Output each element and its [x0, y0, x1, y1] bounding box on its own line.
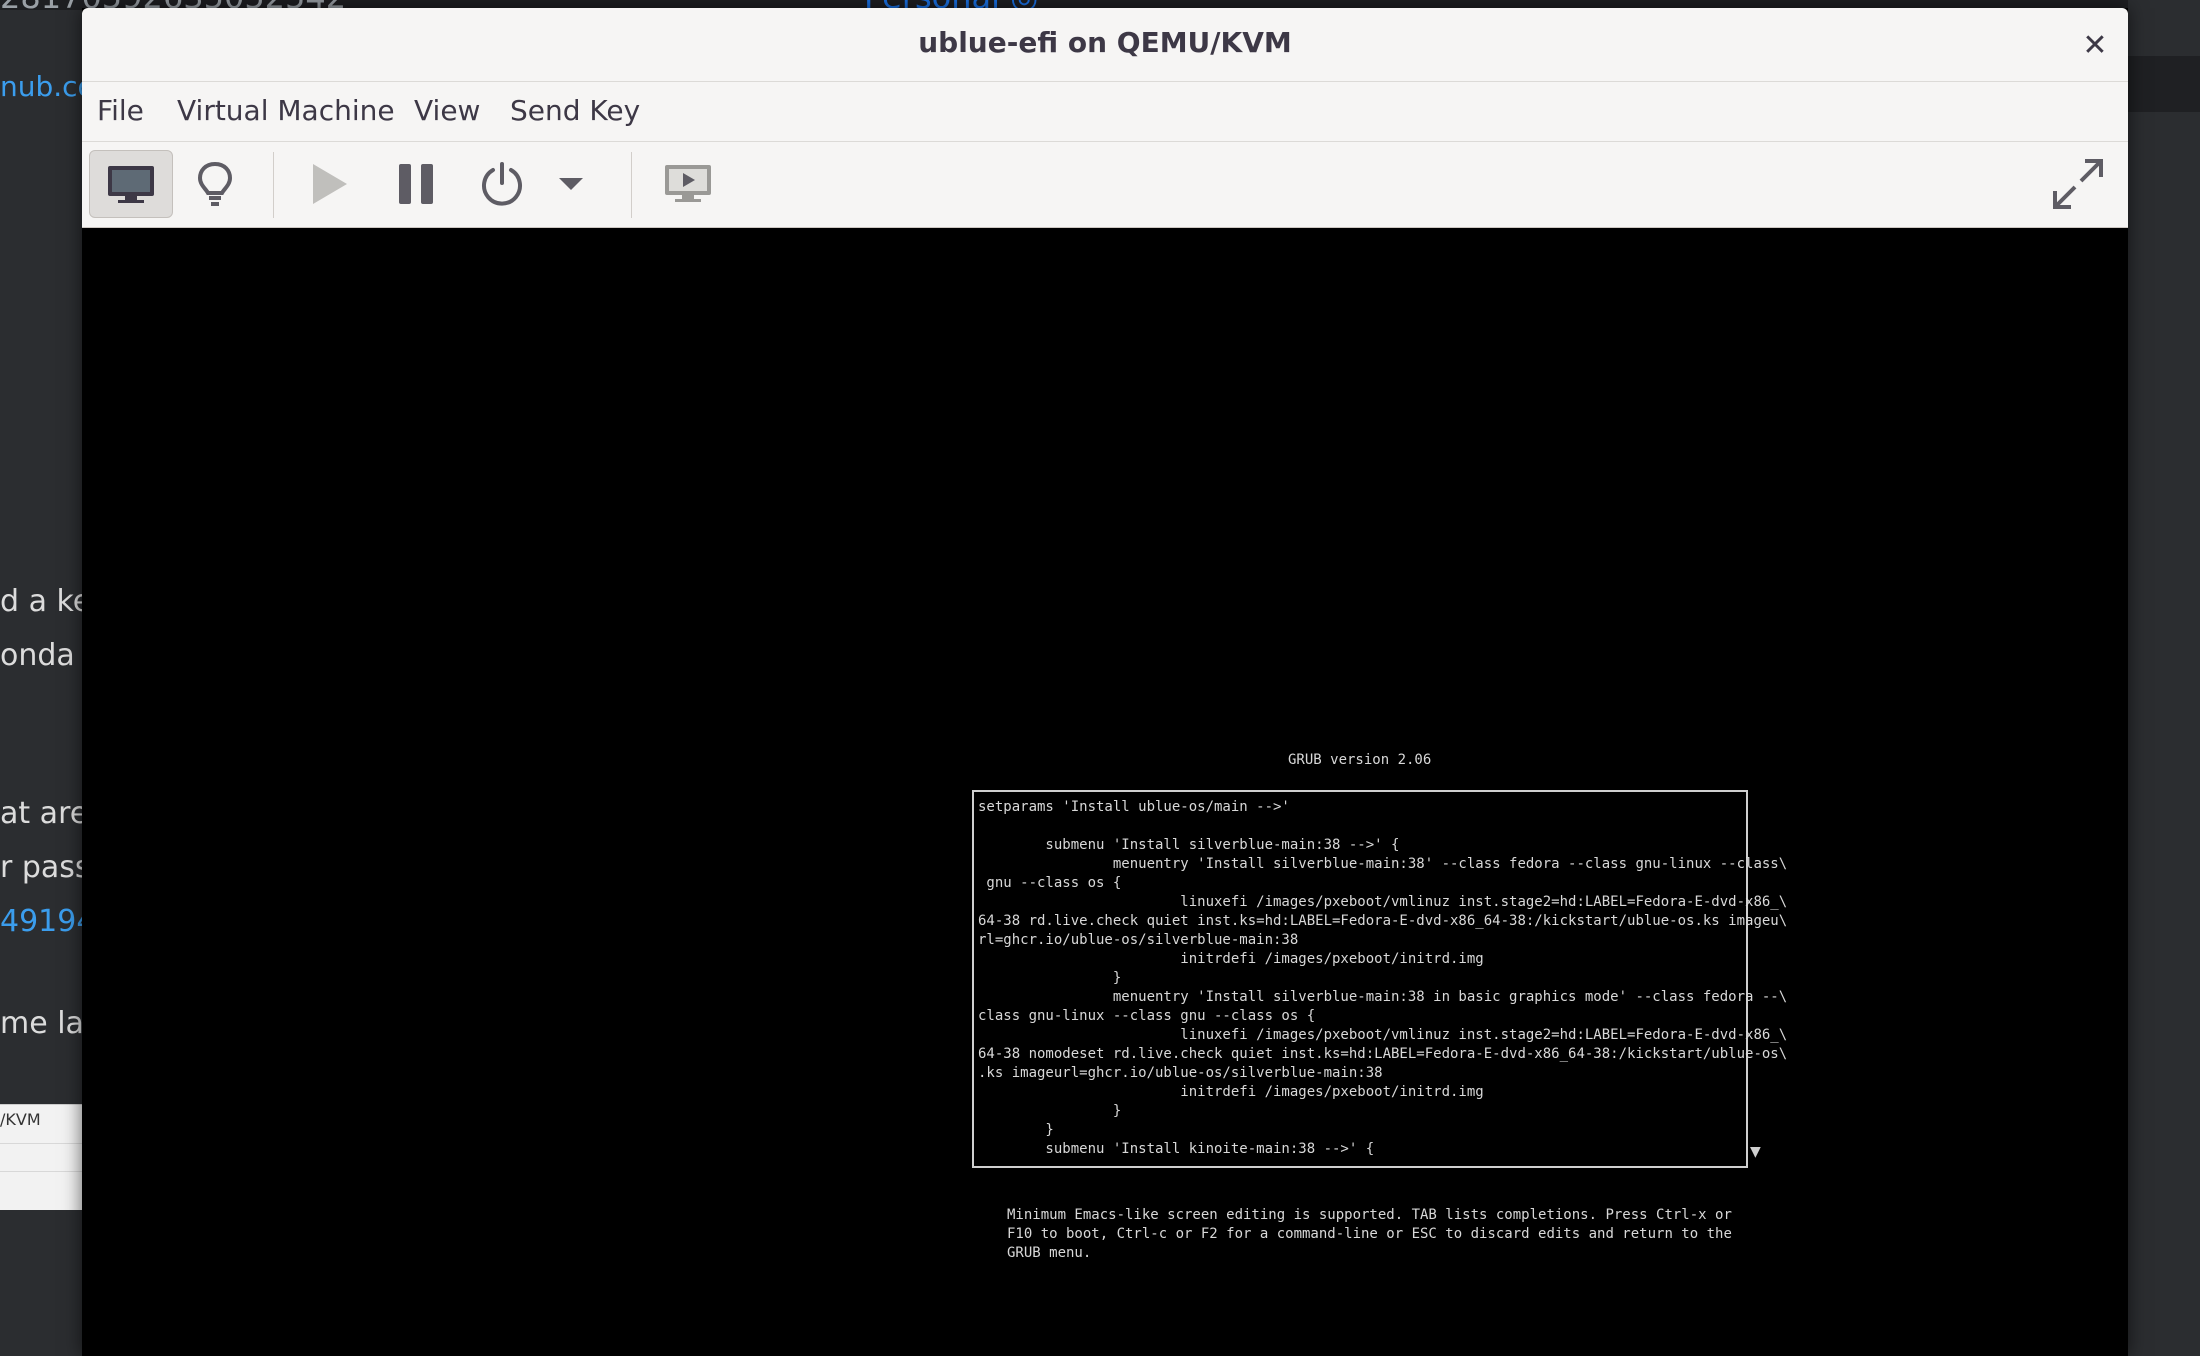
menu-file[interactable]: File [97, 94, 144, 127]
power-button[interactable] [460, 150, 544, 218]
pause-button[interactable] [374, 150, 458, 218]
guest-display[interactable]: GRUB version 2.06 setparams 'Install ubl… [82, 228, 2128, 1356]
chevron-down-icon [559, 178, 583, 190]
run-icon [313, 164, 347, 204]
vm-window: ublue-efi on QEMU/KVM ✕ File Virtual Mac… [82, 8, 2128, 1356]
grub-editor[interactable]: setparams 'Install ublue-os/main -->' su… [972, 790, 1787, 1168]
snapshots-icon [665, 165, 711, 202]
background-right-strip [2128, 0, 2200, 1356]
pause-icon [399, 164, 433, 204]
grub-help-text: Minimum Emacs-like screen editing is sup… [1007, 1207, 1732, 1261]
grub-editor-text[interactable]: setparams 'Install ublue-os/main -->' su… [978, 798, 1787, 1159]
console-icon [108, 166, 154, 203]
menu-virtual-machine[interactable]: Virtual Machine [177, 94, 395, 127]
window-title: ublue-efi on QEMU/KVM [918, 26, 1292, 59]
power-icon [482, 162, 522, 206]
details-button[interactable] [173, 150, 257, 218]
toolbar-separator [631, 152, 632, 218]
snapshots-button[interactable] [646, 150, 730, 218]
fullscreen-icon [2053, 159, 2103, 209]
run-button[interactable] [287, 150, 371, 218]
console-button[interactable] [89, 150, 173, 218]
fullscreen-button[interactable] [2036, 150, 2120, 218]
power-menu-button[interactable] [540, 150, 602, 218]
close-icon: ✕ [2082, 27, 2108, 63]
scroll-down-indicator: ▼ [1750, 1144, 1761, 1160]
toolbar [82, 142, 2128, 228]
grub-version: GRUB version 2.06 [1288, 752, 1432, 768]
details-lightbulb-icon [197, 161, 233, 206]
menu-view[interactable]: View [414, 94, 480, 127]
background-text-line: at are [0, 796, 89, 831]
background-mini-window-title: /KVM [0, 1110, 41, 1129]
menu-send-key[interactable]: Send Key [510, 94, 640, 127]
title-bar[interactable]: ublue-efi on QEMU/KVM ✕ [82, 8, 2128, 82]
toolbar-separator [273, 152, 274, 218]
menu-bar: File Virtual Machine View Send Key [82, 82, 2128, 142]
close-button[interactable]: ✕ [2078, 27, 2112, 63]
